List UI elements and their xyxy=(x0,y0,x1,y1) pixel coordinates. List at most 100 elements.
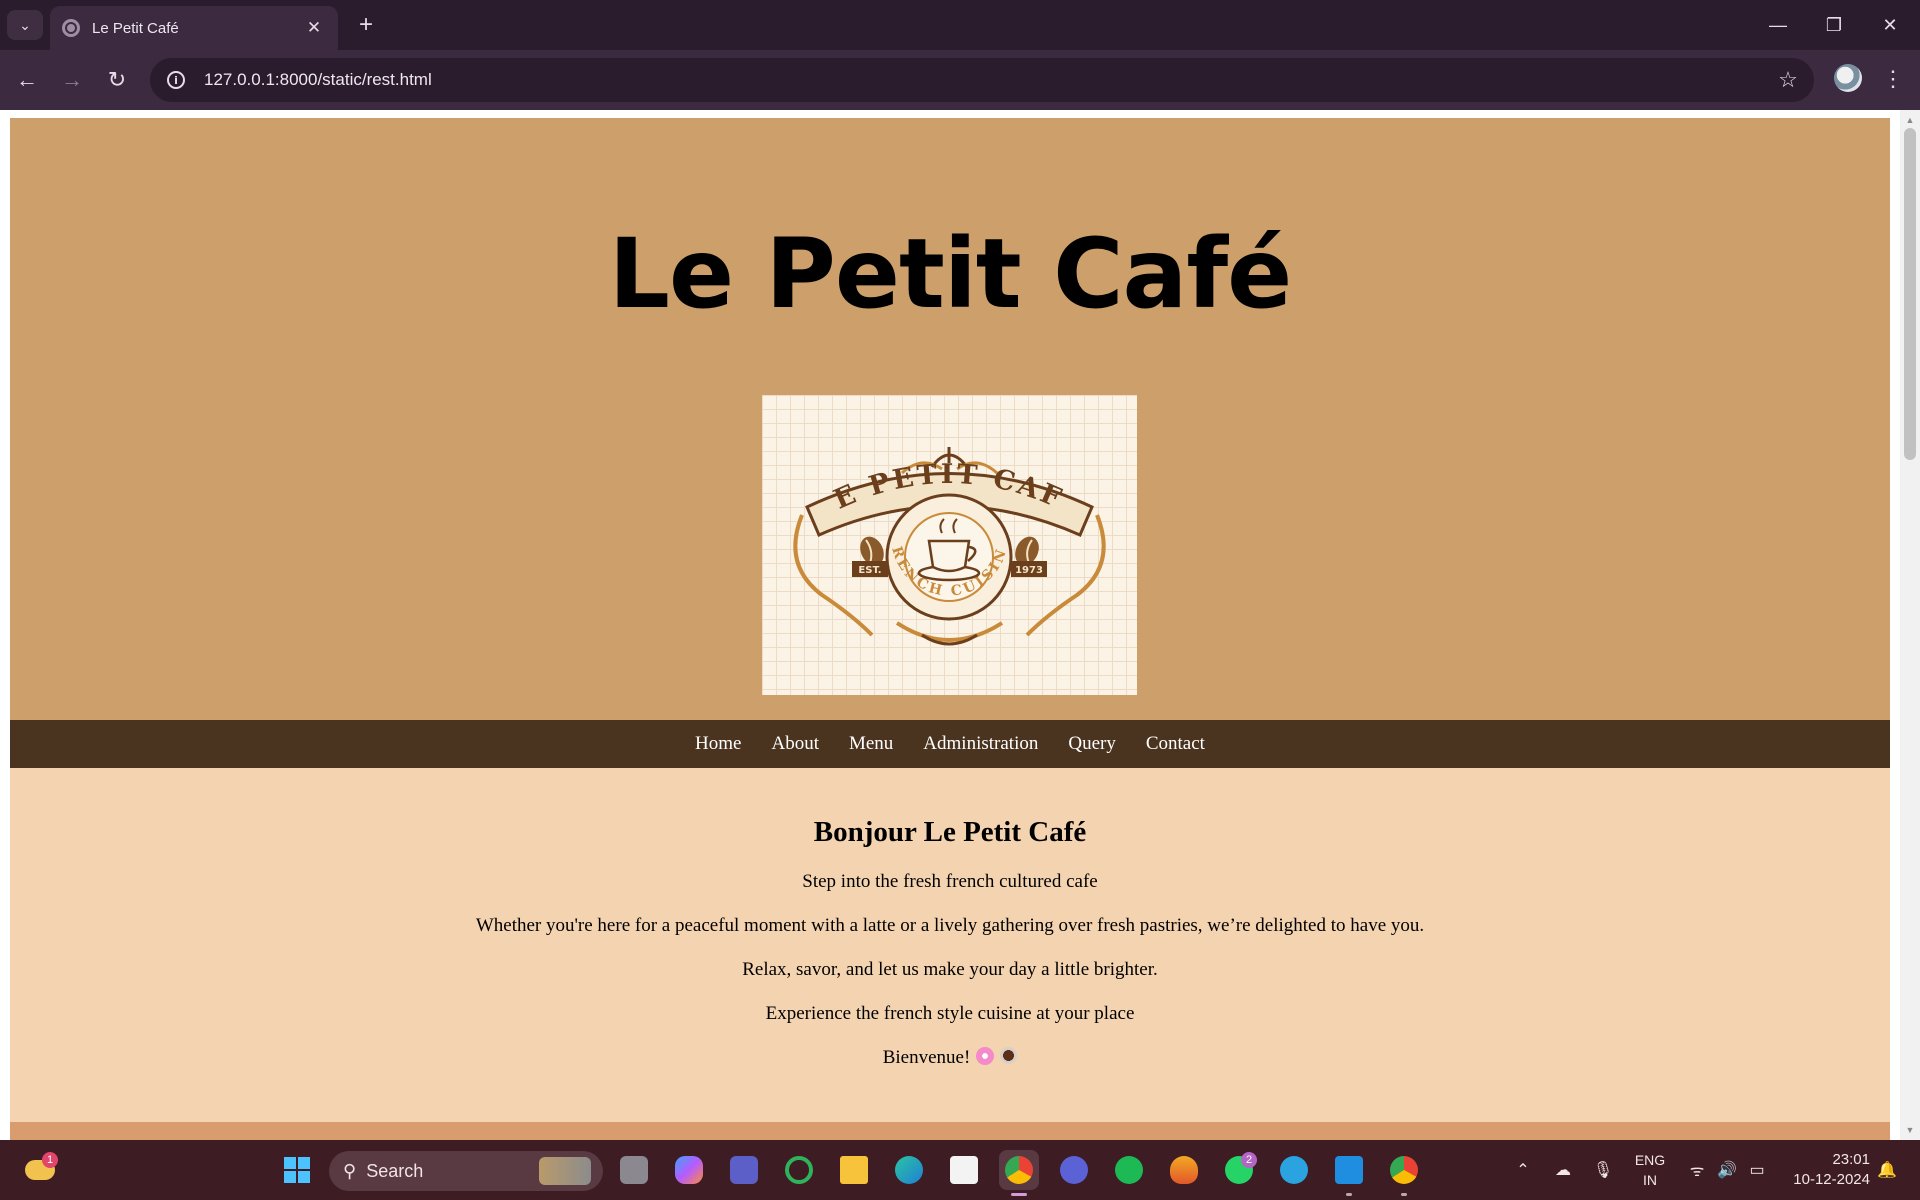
site-info-button[interactable]: i xyxy=(162,66,190,94)
reload-button[interactable]: ↻ xyxy=(100,63,134,97)
microphone-tray-button[interactable]: 🎙 xyxy=(1588,1140,1618,1200)
volume-tray-button[interactable]: 🔊 xyxy=(1712,1140,1742,1200)
site-title: Le Petit Café xyxy=(608,218,1292,330)
svg-text:EST.: EST. xyxy=(858,565,881,576)
input-language-indicator[interactable]: ENG IN xyxy=(1630,1150,1670,1190)
start-button[interactable] xyxy=(277,1150,317,1190)
welcome-line: Whether you're here for a peaceful momen… xyxy=(475,915,1425,936)
wifi-tray-button[interactable]: ᯤ xyxy=(1682,1140,1712,1200)
battery-icon: ▭ xyxy=(1749,1162,1765,1179)
weather-badge: 1 xyxy=(42,1152,58,1168)
taskbar-clock[interactable]: 23:01 10-12-2024 xyxy=(1778,1150,1870,1190)
close-window-button[interactable]: ✕ xyxy=(1862,0,1918,50)
arrow-right-icon: → xyxy=(61,67,83,92)
copilot-icon xyxy=(675,1156,703,1184)
copilot-button[interactable] xyxy=(669,1150,709,1190)
browser-menu-button[interactable]: ⋮ xyxy=(1878,62,1908,96)
chrome-icon xyxy=(1005,1156,1033,1184)
scroll-up-icon[interactable]: ▲ xyxy=(1900,112,1920,128)
microphone-icon: 🎙 xyxy=(1592,1162,1614,1179)
arrow-left-icon: ← xyxy=(16,67,38,92)
whatsapp-button[interactable]: 2 xyxy=(1219,1150,1259,1190)
nav-link-contact[interactable]: Contact xyxy=(1146,733,1205,755)
search-highlight-icon xyxy=(539,1157,591,1185)
welcome-line: Relax, savor, and let us make your day a… xyxy=(742,959,1158,980)
forward-button[interactable]: → xyxy=(55,63,89,97)
open-indicator xyxy=(1346,1193,1352,1196)
chrome-icon xyxy=(1390,1156,1418,1184)
vscode-button[interactable] xyxy=(1329,1150,1369,1196)
tab-search-button[interactable]: ⌄ xyxy=(7,10,43,40)
telegram-button[interactable] xyxy=(1274,1150,1314,1190)
nav-link-query[interactable]: Query xyxy=(1068,733,1115,755)
edge-button[interactable] xyxy=(889,1150,929,1190)
page-scrollbar[interactable]: ▲ ▼ xyxy=(1900,110,1920,1140)
address-bar[interactable]: i 127.0.0.1:8000/static/rest.html ☆ xyxy=(150,58,1814,102)
teams-button[interactable] xyxy=(724,1150,764,1190)
globe-icon xyxy=(62,19,80,37)
taskbar-search-box[interactable]: ⚲ Search xyxy=(329,1151,603,1191)
nav-link-administration[interactable]: Administration xyxy=(923,733,1038,755)
bookmark-button[interactable]: ☆ xyxy=(1768,60,1808,100)
welcome-closing: Bienvenue! xyxy=(882,1047,971,1068)
back-button[interactable]: ← xyxy=(10,63,44,97)
url-text[interactable]: 127.0.0.1:8000/static/rest.html xyxy=(204,70,1768,90)
store-icon xyxy=(950,1156,978,1184)
nav-link-home[interactable]: Home xyxy=(695,733,741,755)
chevron-up-icon: ⌃ xyxy=(1516,1162,1530,1179)
onedrive-tray-button[interactable]: ☁ xyxy=(1548,1140,1578,1200)
welcome-heading: Bonjour Le Petit Café xyxy=(813,816,1087,848)
teams-icon xyxy=(730,1156,758,1184)
store-button[interactable] xyxy=(944,1150,984,1190)
volume-icon: 🔊 xyxy=(1717,1162,1737,1179)
new-tab-button[interactable]: + xyxy=(350,10,382,40)
main-navigation: Home About Menu Administration Query Con… xyxy=(10,720,1890,768)
chrome-button-2[interactable] xyxy=(1384,1150,1424,1196)
whatsapp-badge: 2 xyxy=(1241,1152,1257,1168)
file-explorer-button[interactable] xyxy=(834,1150,874,1190)
clock-date: 10-12-2024 xyxy=(1793,1171,1870,1188)
xbox-icon xyxy=(785,1156,813,1184)
battery-tray-button[interactable]: ▭ xyxy=(1742,1140,1772,1200)
cafe-logo-image: LE PETIT CAFE FRENCH CUISINE xyxy=(750,371,1137,695)
open-indicator xyxy=(1401,1193,1407,1196)
close-tab-button[interactable]: ✕ xyxy=(302,16,326,40)
welcome-line: Experience the french style cuisine at y… xyxy=(765,1003,1135,1024)
welcome-section: Bonjour Le Petit Café Step into the fres… xyxy=(10,768,1890,1122)
clock-time: 23:01 xyxy=(1832,1151,1870,1168)
browser-toolbar: ← → ↻ i 127.0.0.1:8000/static/rest.html … xyxy=(0,50,1920,110)
nav-link-about[interactable]: About xyxy=(771,733,819,755)
xbox-app-button[interactable] xyxy=(779,1150,819,1190)
chrome-button-active[interactable] xyxy=(999,1150,1039,1196)
cloud-icon: ☁ xyxy=(1555,1162,1571,1179)
restore-button[interactable]: ❐ xyxy=(1806,0,1862,50)
svg-text:1973: 1973 xyxy=(1015,565,1043,576)
taskbar-search-label: Search xyxy=(366,1160,424,1181)
profile-avatar[interactable] xyxy=(1834,64,1862,92)
star-icon: ☆ xyxy=(1778,67,1798,92)
notifications-button[interactable]: 🔔 xyxy=(1872,1140,1902,1200)
task-view-button[interactable] xyxy=(614,1150,654,1190)
bell-icon: 🔔 xyxy=(1877,1162,1897,1179)
minimize-button[interactable]: — xyxy=(1750,0,1806,50)
task-view-icon xyxy=(620,1156,648,1184)
vector-app-button[interactable] xyxy=(1054,1150,1094,1190)
browser-tab[interactable]: Le Petit Café ✕ xyxy=(50,6,338,50)
site-header: Le Petit Café LE PETIT CAFE xyxy=(10,118,1890,720)
wifi-icon: ᯤ xyxy=(1689,1163,1705,1180)
flower-icon xyxy=(976,1047,995,1065)
nav-link-menu[interactable]: Menu xyxy=(849,733,893,755)
fl-studio-button[interactable] xyxy=(1164,1150,1204,1190)
windows-start-icon xyxy=(284,1157,310,1183)
spotify-button[interactable] xyxy=(1109,1150,1149,1190)
minimize-icon: — xyxy=(1769,14,1787,35)
page-viewport: Le Petit Café LE PETIT CAFE xyxy=(0,110,1920,1140)
welcome-closing-line: Bienvenue! xyxy=(10,1047,1890,1069)
more-vertical-icon: ⋮ xyxy=(1882,66,1904,91)
scrollbar-thumb[interactable] xyxy=(1904,128,1916,460)
scroll-down-icon[interactable]: ▼ xyxy=(1900,1122,1920,1138)
weather-widget[interactable]: 1 xyxy=(20,1150,60,1190)
vscode-icon xyxy=(1335,1156,1363,1184)
windows-taskbar: 1 ⚲ Search 2 ⌃ ☁ 🎙 ENG IN ᯤ 🔊 ▭ 23:01 10… xyxy=(0,1140,1920,1200)
show-hidden-icons-button[interactable]: ⌃ xyxy=(1508,1140,1538,1200)
